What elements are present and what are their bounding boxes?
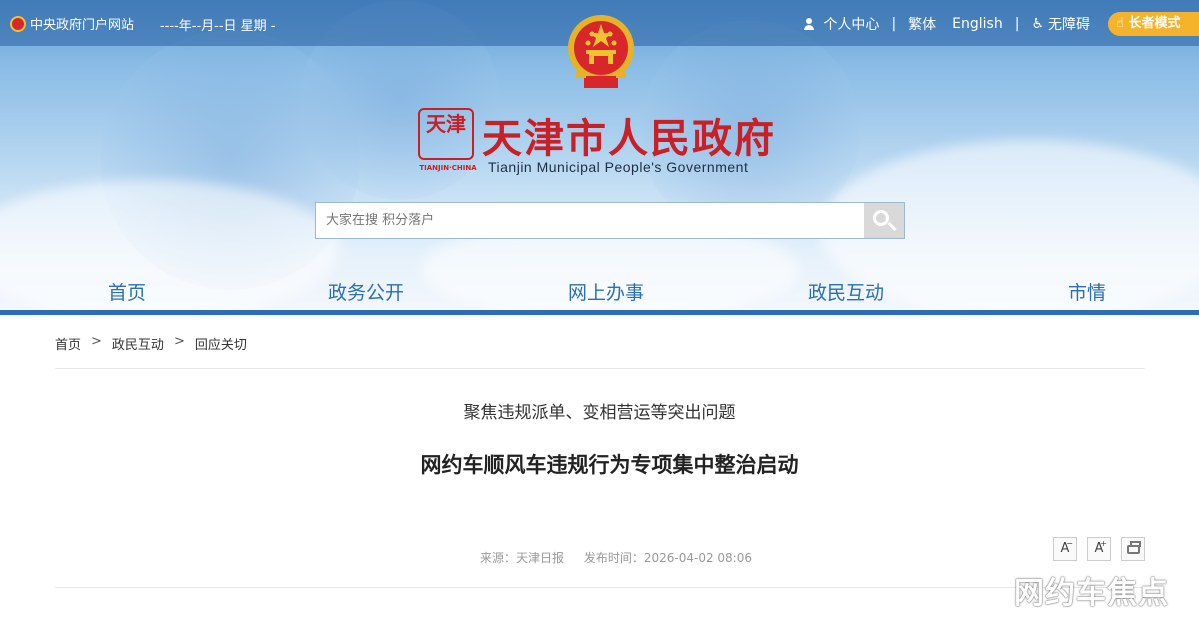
nav-item-home[interactable]: 首页	[108, 278, 146, 305]
english-link[interactable]: English	[952, 16, 1003, 32]
article-tools: A − A +	[1053, 537, 1155, 561]
seal-subtitle: TIANJIN·CHINA	[419, 164, 477, 172]
site-title-cn: 天津市人民政府	[482, 115, 776, 162]
user-icon	[803, 18, 815, 30]
nav-item-interaction[interactable]: 政民互动	[808, 278, 884, 305]
top-bar-links: 个人中心 | 繁体 English | ♿ 无障碍 ☝ 长者模式	[803, 12, 1199, 36]
accessibility-link[interactable]: 无障碍	[1048, 14, 1090, 34]
divider	[55, 587, 1145, 588]
date-display: ----年--月--日 星期 -	[160, 19, 276, 34]
search-input[interactable]	[316, 203, 864, 238]
article-meta: 来源：天津日报 发布时间：2026-04-02 08:06	[480, 549, 752, 566]
search-box	[315, 202, 905, 239]
elder-mode-label: 长者模式	[1128, 16, 1181, 31]
breadcrumb-response[interactable]: 回应关切	[195, 334, 247, 353]
hand-icon: ☝	[1116, 16, 1124, 31]
search-button[interactable]	[864, 203, 904, 238]
printer-icon	[1127, 541, 1141, 554]
breadcrumb: 首页 > 政民互动 > 回应关切	[55, 334, 247, 353]
article-subtitle: 聚焦违规派单、变相营运等突出问题	[463, 403, 736, 423]
main-nav: 首页 政务公开 网上办事 政民互动 市情	[0, 278, 1199, 310]
national-emblem-icon	[10, 15, 26, 32]
national-emblem-icon	[568, 15, 634, 88]
header-banner: 中央政府门户网站 ----年--月--日 星期 - 个人中心 | 繁体 Engl…	[0, 0, 1199, 313]
breadcrumb-home[interactable]: 首页	[55, 334, 81, 353]
central-portal-label: 中央政府门户网站	[30, 18, 135, 33]
font-decrease-button[interactable]: A −	[1053, 537, 1077, 561]
nav-item-city-info[interactable]: 市情	[1068, 278, 1106, 305]
print-button[interactable]	[1121, 537, 1145, 561]
divider	[55, 368, 1145, 369]
nav-underline	[0, 310, 1199, 315]
plus-icon: +	[1100, 539, 1107, 548]
separator: |	[1014, 16, 1020, 32]
site-logo[interactable]: 天津 TIANJIN·CHINA 天津市人民政府 Tianjin Municip…	[418, 108, 808, 178]
font-increase-button[interactable]: A +	[1087, 537, 1111, 561]
article-title: 网约车顺风车违规行为专项集中整治启动	[420, 453, 799, 477]
search-icon-handle	[887, 221, 897, 232]
article-publish-time: 发布时间：2026-04-02 08:06	[583, 551, 752, 565]
minus-icon: −	[1066, 539, 1073, 548]
breadcrumb-arrow: >	[173, 334, 185, 349]
watermark: 网约车焦点	[1014, 576, 1169, 611]
nav-item-gov-affairs[interactable]: 政务公开	[328, 278, 404, 305]
separator: |	[891, 16, 897, 32]
central-portal-link[interactable]: 中央政府门户网站	[10, 14, 134, 33]
breadcrumb-arrow: >	[91, 334, 102, 349]
traditional-chinese-link[interactable]: 繁体	[908, 14, 936, 34]
breadcrumb-interaction[interactable]: 政民互动	[112, 334, 164, 353]
user-center-link[interactable]: 个人中心	[823, 14, 879, 34]
tianjin-seal: 天津	[418, 108, 474, 160]
article-source: 来源：天津日报	[480, 551, 565, 565]
site-title-en: Tianjin Municipal People's Government	[488, 159, 749, 175]
elder-mode-button[interactable]: ☝ 长者模式	[1108, 12, 1199, 36]
accessibility-icon: ♿	[1031, 16, 1044, 32]
nav-item-online-services[interactable]: 网上办事	[568, 278, 644, 305]
